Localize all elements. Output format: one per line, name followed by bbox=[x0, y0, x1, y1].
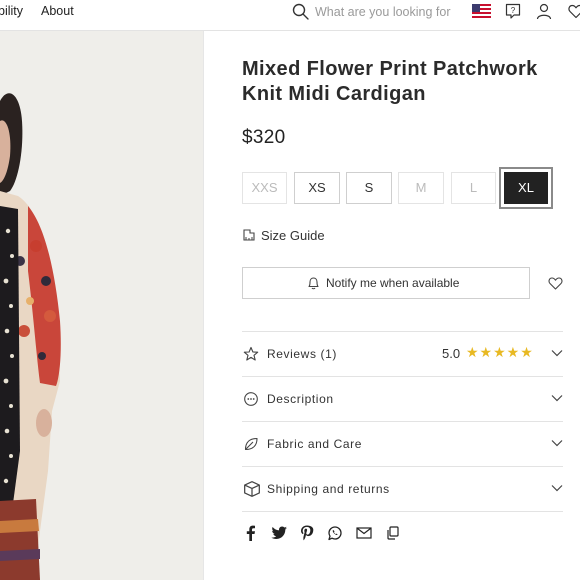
add-to-wishlist-heart-icon[interactable] bbox=[548, 277, 563, 290]
accordion-description[interactable]: Description bbox=[242, 377, 563, 421]
size-option-m[interactable]: M bbox=[398, 172, 444, 204]
accordion-divider bbox=[242, 511, 563, 512]
size-option-xxs[interactable]: XXS bbox=[242, 172, 287, 204]
accordion-fabric-care[interactable]: Fabric and Care bbox=[242, 422, 563, 466]
chat-bubble-icon bbox=[244, 392, 258, 406]
whatsapp-icon[interactable] bbox=[326, 524, 344, 542]
account-icon[interactable] bbox=[536, 3, 552, 20]
nav-link-sustainability[interactable]: bility bbox=[0, 4, 23, 18]
notify-me-button[interactable]: Notify me when available bbox=[242, 267, 530, 299]
copy-link-icon[interactable] bbox=[384, 524, 402, 542]
svg-text:?: ? bbox=[511, 6, 516, 15]
reviews-label: Reviews (1) bbox=[267, 347, 337, 361]
chevron-down-icon bbox=[551, 485, 563, 492]
search-icon[interactable] bbox=[292, 3, 309, 20]
nav-link-about[interactable]: About bbox=[41, 4, 74, 18]
size-option-xl-selected[interactable]: XL bbox=[501, 169, 551, 207]
chevron-down-icon bbox=[551, 350, 563, 357]
size-option-xs[interactable]: XS bbox=[294, 172, 340, 204]
notify-me-label: Notify me when available bbox=[326, 276, 460, 290]
size-option-s[interactable]: S bbox=[346, 172, 392, 204]
help-chat-icon[interactable]: ? bbox=[505, 3, 521, 20]
chevron-down-icon bbox=[551, 395, 563, 402]
rating-stars: ★★★★★ bbox=[466, 344, 534, 360]
search-input[interactable] bbox=[315, 2, 460, 22]
facebook-icon[interactable] bbox=[242, 524, 260, 542]
size-guide-label: Size Guide bbox=[261, 228, 325, 243]
star-outline-icon bbox=[243, 346, 259, 361]
product-title-line-1: Mixed Flower Print Patchwork bbox=[242, 58, 538, 80]
product-title-line-2: Knit Midi Cardigan bbox=[242, 83, 426, 105]
accordion-reviews[interactable]: Reviews (1) 5.0 ★★★★★ bbox=[242, 332, 563, 376]
model-wearing-cardigan-illustration bbox=[0, 31, 203, 580]
wishlist-heart-icon[interactable] bbox=[568, 4, 580, 19]
twitter-icon[interactable] bbox=[270, 524, 288, 542]
product-image[interactable] bbox=[0, 31, 203, 580]
fabric-care-label: Fabric and Care bbox=[267, 437, 363, 451]
image-divider bbox=[203, 31, 204, 580]
package-box-icon bbox=[244, 481, 260, 497]
email-icon[interactable] bbox=[355, 524, 373, 542]
us-flag-icon[interactable] bbox=[472, 4, 491, 18]
size-option-l[interactable]: L bbox=[451, 172, 496, 204]
size-guide-icon bbox=[243, 229, 255, 241]
accordion-shipping-returns[interactable]: Shipping and returns bbox=[242, 467, 563, 511]
shipping-returns-label: Shipping and returns bbox=[267, 482, 390, 496]
pinterest-icon[interactable] bbox=[298, 524, 316, 542]
product-title: Mixed Flower Print Patchwork Knit Midi C… bbox=[242, 57, 562, 107]
rating-value: 5.0 bbox=[442, 346, 461, 361]
leaf-icon bbox=[244, 437, 258, 451]
description-label: Description bbox=[267, 392, 334, 406]
top-navigation-bar: bility About ? bbox=[0, 0, 580, 31]
bell-icon bbox=[308, 277, 319, 290]
chevron-down-icon bbox=[551, 440, 563, 447]
product-price: $320 bbox=[242, 127, 286, 148]
